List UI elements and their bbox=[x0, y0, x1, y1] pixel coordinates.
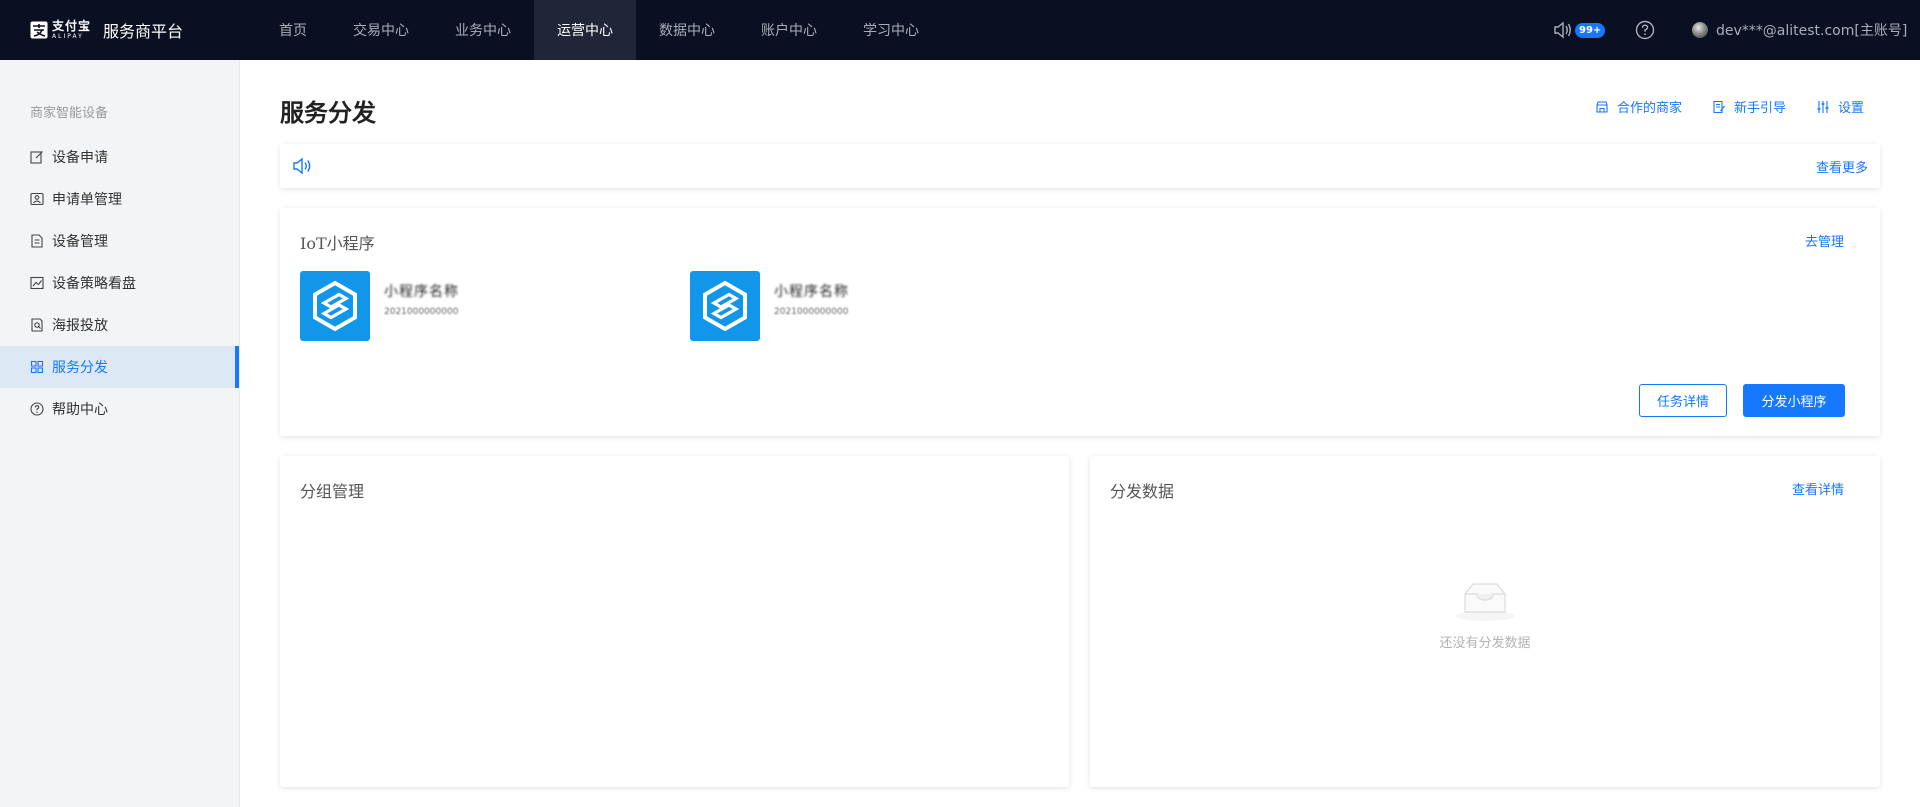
beginner-guide-link[interactable]: 新手引导 bbox=[1712, 97, 1786, 116]
nav-operation-center[interactable]: 运营中心 bbox=[534, 0, 636, 60]
mini-program-name: 小程序名称 bbox=[384, 284, 459, 300]
hexagon-logo-icon bbox=[703, 280, 747, 332]
mini-program-item[interactable]: 小程序名称 2021000000000 bbox=[690, 271, 1080, 341]
grid-icon bbox=[30, 360, 44, 374]
platform-name: 服务商平台 bbox=[103, 22, 184, 41]
sidebar-item-label: 设备策略看盘 bbox=[52, 276, 136, 292]
view-detail-link[interactable]: 查看详情 bbox=[1792, 479, 1844, 498]
announcement-icon bbox=[293, 157, 311, 175]
settings-label: 设置 bbox=[1837, 101, 1864, 116]
notification-button[interactable]: 99+ bbox=[1553, 18, 1609, 42]
id-card-icon bbox=[30, 192, 44, 206]
group-card-title: 分组管理 bbox=[300, 482, 365, 501]
nav-business-center[interactable]: 业务中心 bbox=[432, 0, 534, 60]
empty-text: 还没有分发数据 bbox=[1439, 636, 1531, 651]
mini-program-id: 2021000000000 bbox=[384, 307, 459, 317]
alipay-logo-cn: 支付宝 bbox=[52, 19, 92, 33]
notice-bar: 查看更多 bbox=[280, 144, 1880, 188]
top-navbar: 支付宝 ALIPAY 服务商平台 首页 交易中心 业务中心 运营中心 数据中心 … bbox=[0, 0, 1920, 60]
mini-program-icon bbox=[300, 271, 370, 341]
sidebar-item-poster[interactable]: 海报投放 bbox=[0, 304, 239, 346]
settings-sliders-icon bbox=[1817, 100, 1829, 113]
sidebar-item-strategy-dashboard[interactable]: 设备策略看盘 bbox=[0, 262, 239, 304]
avatar bbox=[1692, 22, 1708, 38]
shop-icon bbox=[1596, 100, 1608, 113]
chart-icon bbox=[30, 276, 44, 290]
partner-merchants-label: 合作的商家 bbox=[1616, 101, 1682, 116]
iot-card-title: IoT小程序 bbox=[300, 234, 375, 253]
mini-program-icon bbox=[690, 271, 760, 341]
mini-program-item[interactable]: 小程序名称 2021000000000 bbox=[300, 271, 690, 341]
beginner-guide-label: 新手引导 bbox=[1733, 101, 1786, 116]
sidebar-item-service-distribution[interactable]: 服务分发 bbox=[0, 346, 239, 388]
sidebar-item-label: 设备管理 bbox=[52, 234, 108, 250]
nav-data-center[interactable]: 数据中心 bbox=[636, 0, 738, 60]
sidebar-list: 设备申请 申请单管理 设备管理 设备策略看盘 海报投放 服务分发 帮助中心 bbox=[0, 136, 239, 430]
header-links: 合作的商家 新手引导 设置 bbox=[1565, 97, 1864, 116]
user-account: dev***@alitest.com[主账号] bbox=[1716, 23, 1908, 39]
alipay-logo-en: ALIPAY bbox=[52, 33, 84, 40]
distribution-data-card: 分发数据 查看详情 还没有分发数据 bbox=[1090, 456, 1880, 787]
dist-card-title: 分发数据 bbox=[1110, 482, 1175, 501]
page-title: 服务分发 bbox=[280, 99, 376, 127]
user-menu[interactable]: dev***@alitest.com[主账号] bbox=[1692, 0, 1907, 60]
help-icon bbox=[30, 402, 44, 416]
partner-merchants-link[interactable]: 合作的商家 bbox=[1595, 97, 1682, 116]
nav-learning-center[interactable]: 学习中心 bbox=[840, 0, 942, 60]
sidebar-item-label: 海报投放 bbox=[52, 318, 108, 334]
group-management-card: 分组管理 bbox=[280, 456, 1069, 787]
main-content: 服务分发 合作的商家 新手引导 设置 查看更多 IoT小程序 去管理 小程序名称… bbox=[240, 60, 1920, 807]
question-icon bbox=[1635, 20, 1655, 40]
sidebar-group-title: 商家智能设备 bbox=[30, 106, 109, 121]
poster-icon bbox=[31, 318, 43, 332]
sidebar-item-application-management[interactable]: 申请单管理 bbox=[0, 178, 239, 220]
sidebar-item-label: 设备申请 bbox=[52, 150, 108, 166]
help-button[interactable] bbox=[1635, 20, 1655, 44]
empty-inbox-icon bbox=[1455, 583, 1515, 621]
guide-icon bbox=[1713, 100, 1725, 113]
alipay-logo-icon bbox=[30, 21, 48, 39]
main-nav: 首页 交易中心 业务中心 运营中心 数据中心 账户中心 学习中心 bbox=[256, 0, 942, 60]
notification-badge: 99+ bbox=[1575, 22, 1606, 38]
nav-account-center[interactable]: 账户中心 bbox=[738, 0, 840, 60]
sidebar-item-device-apply[interactable]: 设备申请 bbox=[0, 136, 239, 178]
go-manage-link[interactable]: 去管理 bbox=[1805, 231, 1844, 250]
nav-trade-center[interactable]: 交易中心 bbox=[330, 0, 432, 60]
nav-home[interactable]: 首页 bbox=[256, 0, 330, 60]
sidebar-item-label: 服务分发 bbox=[52, 360, 108, 376]
alipay-logo: 支付宝 ALIPAY bbox=[30, 20, 91, 40]
brand[interactable]: 支付宝 ALIPAY 服务商平台 bbox=[30, 18, 240, 42]
sidebar-item-help-center[interactable]: 帮助中心 bbox=[0, 388, 239, 430]
mini-program-list: 小程序名称 2021000000000 小程序名称 2021000000000 bbox=[300, 271, 1080, 341]
sidebar-item-label: 申请单管理 bbox=[52, 192, 122, 208]
mini-program-id: 2021000000000 bbox=[774, 307, 849, 317]
speaker-icon bbox=[1554, 21, 1571, 39]
distribute-mini-program-button[interactable]: 分发小程序 bbox=[1743, 384, 1845, 417]
edit-icon bbox=[30, 151, 43, 164]
empty-state: 还没有分发数据 bbox=[1090, 580, 1880, 651]
iot-mini-program-card: IoT小程序 去管理 小程序名称 2021000000000 小程序名称 202… bbox=[280, 208, 1880, 436]
document-icon bbox=[31, 234, 43, 248]
settings-link[interactable]: 设置 bbox=[1816, 97, 1864, 116]
sidebar-item-label: 帮助中心 bbox=[52, 402, 108, 418]
task-detail-button[interactable]: 任务详情 bbox=[1639, 384, 1727, 417]
view-more-link[interactable]: 查看更多 bbox=[1816, 157, 1868, 176]
sidebar: 商家智能设备 设备申请 申请单管理 设备管理 设备策略看盘 海报投放 服务分发 … bbox=[0, 60, 240, 807]
mini-program-name: 小程序名称 bbox=[774, 284, 849, 300]
hexagon-logo-icon bbox=[313, 280, 357, 332]
sidebar-item-device-management[interactable]: 设备管理 bbox=[0, 220, 239, 262]
